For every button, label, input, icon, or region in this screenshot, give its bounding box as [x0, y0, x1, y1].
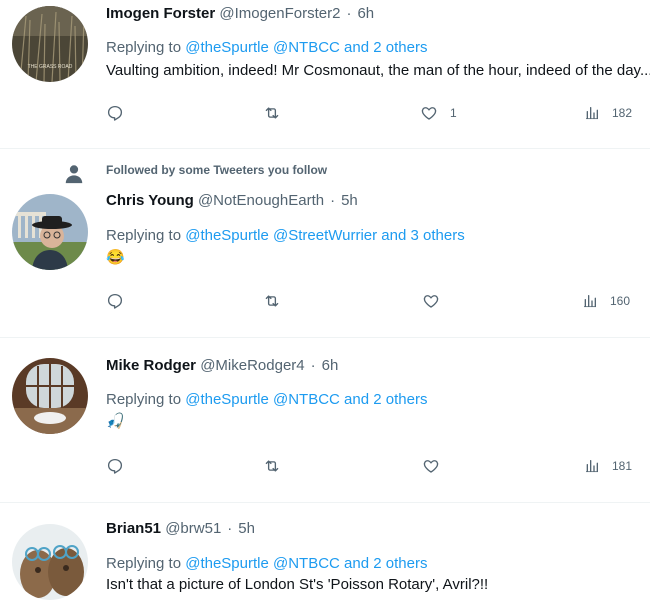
retweet-button[interactable] [262, 457, 282, 475]
like-icon [423, 460, 439, 473]
reply-button[interactable] [106, 457, 124, 475]
social-context[interactable]: Followed by some Tweeters you follow [106, 162, 327, 178]
separator: · [330, 192, 336, 209]
like-button[interactable]: 1 [420, 104, 457, 122]
separator: · [310, 357, 316, 374]
separator: · [227, 520, 233, 537]
views-icon [586, 460, 598, 473]
tweet-text: 🎣 [106, 413, 125, 430]
tweet-actions: 1 182 [0, 104, 650, 124]
replying-users-link[interactable]: @theSpurtle @StreetWurrier [185, 227, 377, 244]
avatar[interactable]: THE GRASS ROAD [12, 6, 88, 82]
user-handle[interactable]: @brw51 [165, 520, 221, 537]
tweet-1[interactable]: THE GRASS ROAD Imogen Forster @ImogenFor… [0, 0, 650, 148]
replying-to: Replying to @theSpurtle @StreetWurrier a… [106, 226, 465, 246]
like-icon [423, 295, 439, 308]
user-name[interactable]: Imogen Forster [106, 5, 215, 22]
person-icon [65, 165, 83, 184]
replying-others-link[interactable]: 2 others [373, 39, 427, 56]
replying-users-link[interactable]: @theSpurtle @NTBCC [185, 391, 340, 408]
replying-prefix: Replying to [106, 555, 186, 572]
view-count: 160 [610, 294, 631, 308]
retweet-button[interactable] [262, 292, 282, 310]
user-name[interactable]: Mike Rodger [106, 357, 196, 374]
replying-users-link[interactable]: @theSpurtle @NTBCC [185, 39, 340, 56]
avatar[interactable] [12, 358, 88, 434]
views-icon [586, 107, 598, 120]
replying-others-link[interactable]: 2 others [373, 391, 427, 408]
reply-button[interactable] [106, 292, 124, 310]
tweet-header: Imogen Forster @ImogenForster2 · 6h [106, 4, 374, 24]
views-button[interactable]: 182 [584, 104, 632, 122]
like-button[interactable] [422, 292, 440, 310]
replying-others-link[interactable]: 3 others [411, 227, 465, 244]
reply-icon [107, 293, 123, 309]
user-handle[interactable]: @ImogenForster2 [219, 5, 340, 22]
replying-others-link[interactable]: 2 others [373, 555, 427, 572]
timestamp[interactable]: 6h [322, 357, 339, 374]
avatar[interactable] [12, 194, 88, 270]
views-icon [584, 295, 596, 308]
timestamp[interactable]: 5h [341, 192, 358, 209]
replying-and: and [339, 39, 374, 56]
replying-prefix: Replying to [106, 227, 186, 244]
replying-to: Replying to @theSpurtle @NTBCC and 2 oth… [106, 554, 427, 574]
timestamp[interactable]: 6h [357, 5, 374, 22]
like-button[interactable] [422, 457, 440, 475]
view-count: 181 [612, 459, 633, 473]
tweet-actions: 181 [0, 457, 650, 477]
user-handle[interactable]: @NotEnoughEarth [198, 192, 324, 209]
replying-and: and [377, 227, 411, 244]
avatar[interactable] [12, 524, 88, 600]
retweet-icon [265, 460, 279, 472]
tweet-text: 😂 [106, 249, 125, 266]
replying-prefix: Replying to [106, 39, 186, 56]
like-icon [421, 107, 437, 120]
tweet-text: Vaulting ambition, indeed! Mr Cosmonaut,… [106, 62, 650, 79]
tweet-4[interactable]: Brian51 @brw51 · 5h Replying to @theSpurtl… [0, 503, 650, 604]
retweet-button[interactable] [262, 104, 282, 122]
user-name[interactable]: Chris Young [106, 192, 194, 209]
tweet-2[interactable]: Followed by some Tweeters you follow Chr… [0, 149, 650, 337]
views-button[interactable]: 181 [584, 457, 632, 475]
replying-users-link[interactable]: @theSpurtle @NTBCC [185, 555, 340, 572]
like-count: 1 [450, 106, 457, 120]
tweet-actions: 160 [0, 292, 650, 312]
user-name[interactable]: Brian51 [106, 520, 161, 537]
reply-icon [107, 458, 123, 474]
separator: · [346, 5, 352, 22]
reply-icon [107, 105, 123, 121]
tweet-header: Brian51 @brw51 · 5h [106, 519, 255, 539]
tweet-text: Isn't that a picture of London St's 'Poi… [106, 576, 489, 593]
replying-and: and [339, 391, 374, 408]
tweet-3[interactable]: Mike Rodger @MikeRodger4 · 6h Replying to … [0, 338, 650, 502]
tweet-header: Chris Young @NotEnoughEarth · 5h [106, 191, 358, 211]
reply-button[interactable] [106, 104, 124, 122]
timestamp[interactable]: 5h [238, 520, 255, 537]
replying-and: and [339, 555, 374, 572]
retweet-icon [265, 295, 279, 307]
tweet-header: Mike Rodger @MikeRodger4 · 6h [106, 356, 338, 376]
view-count: 182 [612, 106, 633, 120]
replying-prefix: Replying to [106, 391, 186, 408]
retweet-icon [265, 107, 279, 119]
replying-to: Replying to @theSpurtle @NTBCC and 2 oth… [106, 390, 427, 410]
replying-to: Replying to @theSpurtle @NTBCC and 2 oth… [106, 38, 427, 58]
user-handle[interactable]: @MikeRodger4 [200, 357, 304, 374]
avatar-text: THE GRASS ROAD [28, 64, 73, 70]
views-button[interactable]: 160 [582, 292, 630, 310]
